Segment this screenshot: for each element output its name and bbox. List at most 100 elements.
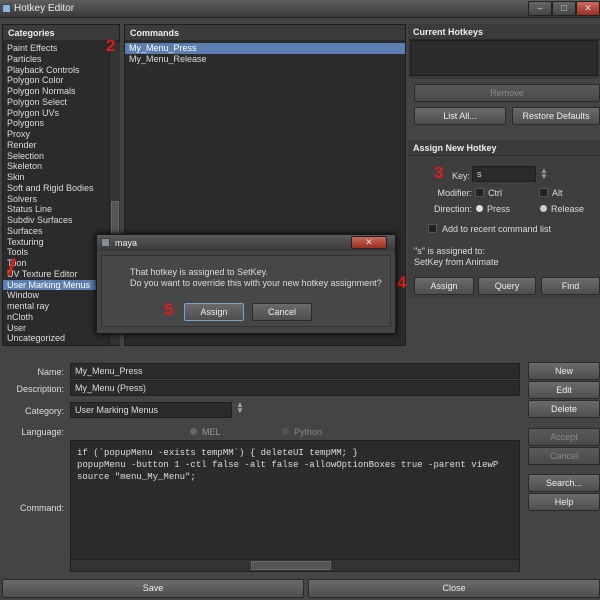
delete-button[interactable]: Delete [528,400,600,418]
assign-button[interactable]: Assign [414,277,474,295]
dialog-close-icon[interactable]: ✕ [351,236,387,249]
command-hscrollbar[interactable] [71,559,519,571]
python-label: Python [294,427,323,437]
commands-list[interactable]: My_Menu_Press My_Menu_Release [125,43,405,65]
ctrl-checkbox[interactable] [475,188,484,197]
name-input[interactable]: My_Menu_Press [70,363,520,379]
category-dropdown[interactable]: User Marking Menus [70,402,232,418]
title-bar: Hotkey Editor – □ ✕ [0,0,600,18]
category-item[interactable]: Surfaces [3,226,109,237]
categories-header: Categories [3,25,119,41]
category-item[interactable]: Polygon UVs [3,108,109,119]
category-item[interactable]: nCloth [3,312,109,323]
alt-checkbox[interactable] [539,188,548,197]
key-input[interactable]: s [472,166,536,182]
query-button[interactable]: Query [478,277,536,295]
category-item[interactable]: Uncategorized [3,333,109,344]
code-line: if (`popupMenu -exists tempMM`) { delete… [77,448,358,458]
assigned-info-line2: SetKey from Animate [414,257,499,267]
save-button[interactable]: Save [2,579,304,598]
category-item[interactable]: Window [3,290,109,301]
window-title: Hotkey Editor [14,3,75,14]
mel-radio[interactable] [190,428,197,435]
category-item[interactable]: Polygons [3,118,109,129]
search-button[interactable]: Search... [528,474,600,492]
current-hotkeys-header: Current Hotkeys [408,24,600,40]
dialog-title: maya [115,238,138,248]
list-all-button[interactable]: List All... [414,107,506,125]
category-item[interactable]: Skin [3,172,109,183]
dialog-title-bar: maya ✕ [97,235,395,251]
category-item[interactable]: Skeleton [3,161,109,172]
remove-button[interactable]: Remove [414,84,600,102]
assigned-info-line1: "s" is assigned to: [414,246,485,256]
categories-list[interactable]: Paint Effects Particles Playback Controls P… [3,43,109,344]
modifier-label: Modifier: [437,188,472,198]
close-button[interactable]: Close [308,579,600,598]
name-label: Name: [37,367,64,377]
marker-3: 3 [434,163,444,182]
dialog-assign-button[interactable]: Assign [184,303,244,321]
category-item[interactable]: User Marking Menus [3,279,109,291]
category-item[interactable]: UV Texture Editor [3,269,109,280]
category-item[interactable]: Tools [3,247,109,258]
category-label: Category: [24,406,64,416]
commands-header: Commands [125,25,405,41]
category-item[interactable]: Proxy [3,129,109,140]
category-item[interactable]: Status Line [3,204,109,215]
category-item[interactable]: Selection [3,151,109,162]
current-hotkeys-list[interactable] [410,40,598,76]
category-item[interactable]: Polygon Normals [3,86,109,97]
command-code: if (`popupMenu -exists tempMM`) { delete… [77,447,498,483]
recent-label: Add to recent command list [442,224,552,234]
press-radio[interactable] [476,205,483,212]
confirm-dialog: maya ✕ That hotkey is assigned to SetKey… [96,234,396,334]
edit-button[interactable]: Edit [528,381,600,399]
python-radio[interactable] [282,428,289,435]
code-line: popupMenu -button 1 -ctl false -alt fals… [77,460,499,470]
key-label: Key: [451,171,470,181]
release-radio[interactable] [540,205,547,212]
category-item[interactable]: Soft and Rigid Bodies [3,183,109,194]
release-label: Release [551,204,585,214]
mel-label: MEL [202,427,221,437]
command-item[interactable]: My_Menu_Release [125,54,405,65]
dialog-body: That hotkey is assigned to SetKey. Do yo… [101,255,391,327]
find-button[interactable]: Find [541,277,600,295]
help-button[interactable]: Help [528,493,600,511]
close-icon[interactable]: ✕ [576,1,600,16]
ctrl-label: Ctrl [488,188,502,198]
category-item[interactable]: User [3,323,109,334]
maximize-icon[interactable]: □ [552,1,576,16]
category-item[interactable]: Toon [3,258,109,269]
category-item[interactable]: mental ray [3,301,109,312]
restore-defaults-button[interactable]: Restore Defaults [512,107,600,125]
language-label: Language: [21,427,64,437]
accept-button[interactable]: Accept [528,428,600,446]
command-item[interactable]: My_Menu_Press [125,43,405,54]
current-hotkeys-panel: Current Hotkeys [408,24,600,79]
category-item[interactable]: Polygon Select [3,97,109,108]
dialog-message-line2: Do you want to override this with your n… [130,278,382,288]
marker-4: 4 [397,273,407,292]
minimize-icon[interactable]: – [528,1,552,16]
category-item[interactable]: Solvers [3,194,109,205]
category-item[interactable]: Texturing [3,237,109,248]
dialog-cancel-button[interactable]: Cancel [252,303,312,321]
description-label: Description: [16,384,64,394]
category-item[interactable]: Paint Effects [3,43,109,54]
category-item[interactable]: Polygon Color [3,75,109,86]
description-input[interactable]: My_Menu (Press) [70,380,520,396]
chevron-down-icon[interactable]: ▲ ▼ [236,401,246,416]
command-editor[interactable]: if (`popupMenu -exists tempMM`) { delete… [70,440,520,572]
new-button[interactable]: New [528,362,600,380]
hscroll-thumb[interactable] [251,561,331,570]
key-spin-icon[interactable]: ▲ ▼ [540,167,548,181]
category-item[interactable]: Playback Controls [3,65,109,76]
recent-checkbox[interactable] [428,224,437,233]
category-item[interactable]: Subdiv Surfaces [3,215,109,226]
cancel-edit-button[interactable]: Cancel [528,447,600,465]
assign-header: Assign New Hotkey [408,140,600,156]
category-item[interactable]: Render [3,140,109,151]
category-item[interactable]: Particles [3,54,109,65]
